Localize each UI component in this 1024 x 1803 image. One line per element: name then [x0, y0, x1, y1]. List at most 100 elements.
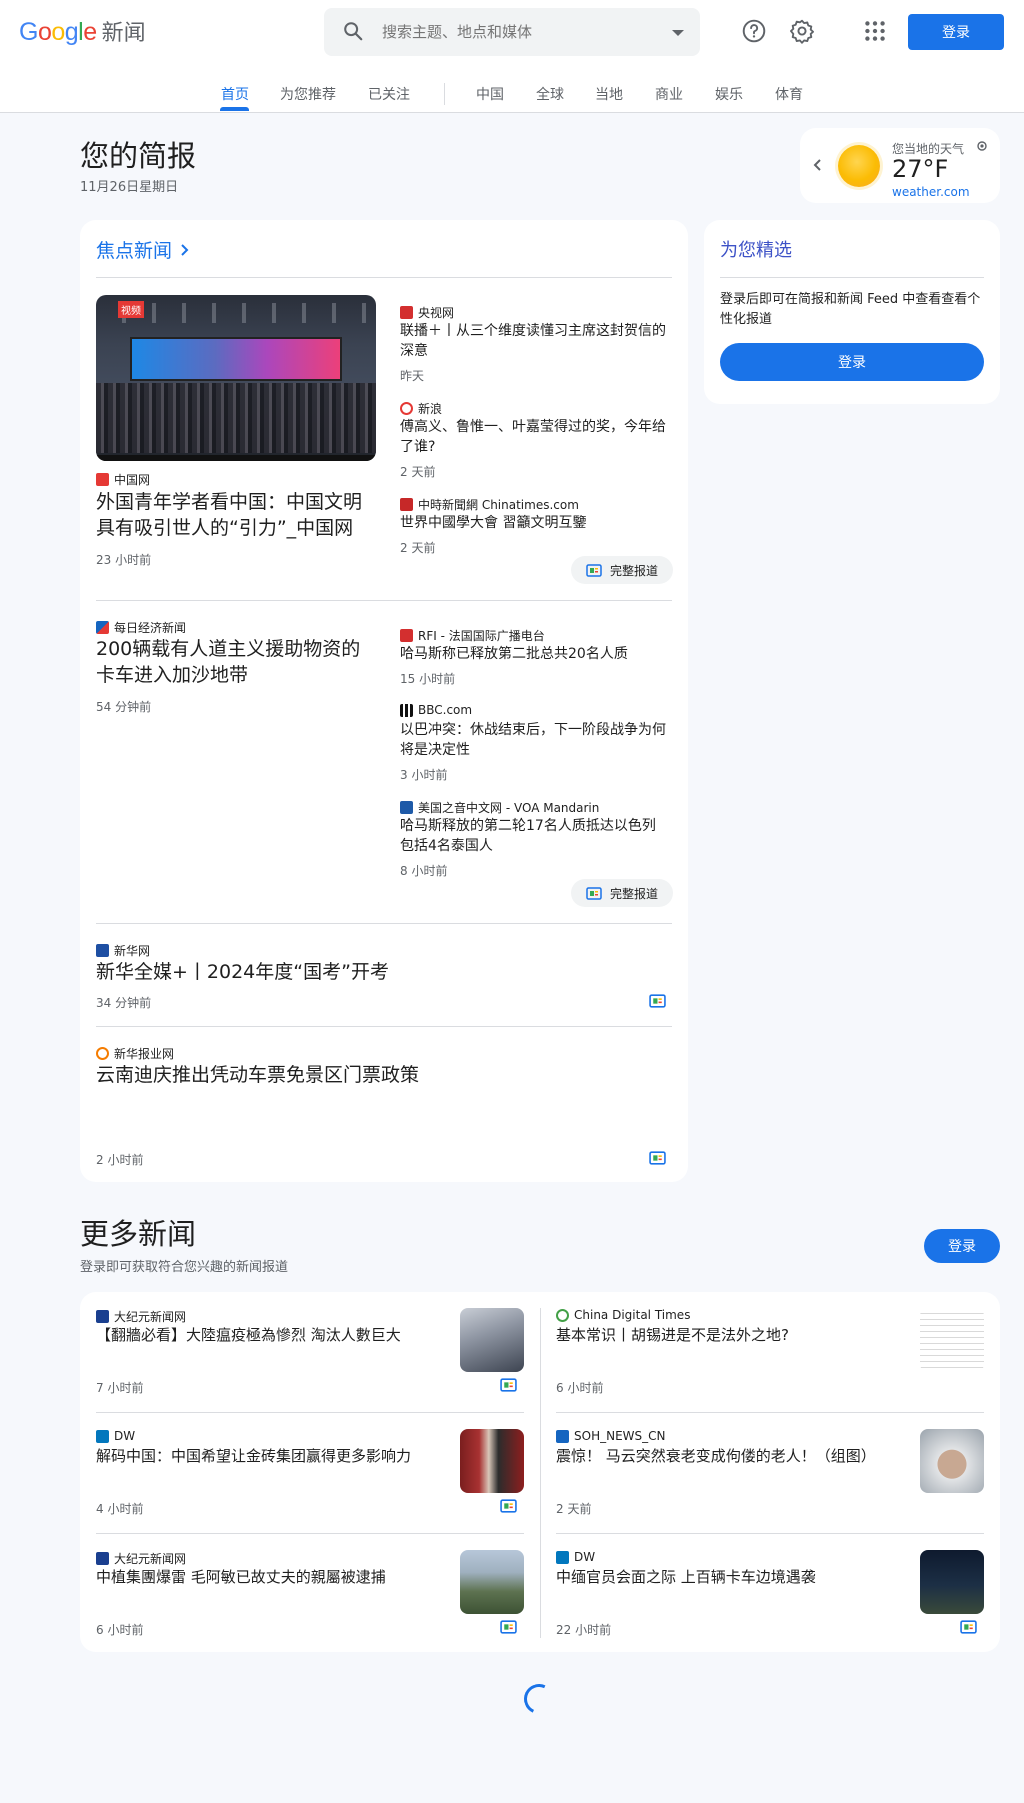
- top-stories-title: 焦点新闻: [96, 240, 173, 262]
- source-name: 大纪元新闻网: [114, 1552, 187, 1566]
- source-name: 中国网: [114, 473, 151, 487]
- source-name: BBC.com: [418, 703, 473, 717]
- image-audience: [96, 383, 376, 453]
- picks-for-you-card: 为您精选 登录后即可在简报和新闻 Feed 中查看查看个性化报道 登录: [704, 220, 1000, 404]
- story-headline[interactable]: 解码中国：中国希望让金砖集团赢得更多影响力: [96, 1445, 446, 1467]
- source-logo-icon: [400, 801, 413, 814]
- tab-for-you[interactable]: 为您推荐: [280, 84, 336, 104]
- tab-china[interactable]: 中国: [476, 84, 504, 104]
- top-stories-heading[interactable]: 焦点新闻: [96, 236, 190, 263]
- story-source[interactable]: DW: [96, 1429, 135, 1443]
- story-headline[interactable]: 中缅官员会面之际 上百辆卡车边境遇袭: [556, 1566, 906, 1588]
- source-name: 中時新聞網 Chinatimes.com: [418, 498, 579, 512]
- story-source[interactable]: 新浪: [400, 400, 442, 417]
- story-source[interactable]: 央视网: [400, 304, 454, 321]
- story-headline[interactable]: 中植集團爆雷 毛阿敏已故丈夫的親屬被逮捕: [96, 1566, 446, 1588]
- location-icon[interactable]: [976, 140, 988, 152]
- divider: [556, 1412, 984, 1413]
- source-logo-icon: [96, 1552, 109, 1565]
- full-coverage-icon[interactable]: [500, 1499, 517, 1513]
- full-coverage-icon[interactable]: [960, 1620, 977, 1634]
- source-name: 美国之音中文网 - VOA Mandarin: [418, 801, 600, 815]
- full-coverage-icon[interactable]: [500, 1620, 517, 1634]
- divider: [96, 277, 672, 278]
- video-progress-bar: [96, 455, 376, 461]
- tab-following[interactable]: 已关注: [368, 84, 410, 104]
- story-source[interactable]: 中時新聞網 Chinatimes.com: [400, 496, 579, 513]
- picks-description: 登录后即可在简报和新闻 Feed 中查看查看个性化报道: [720, 292, 981, 327]
- tab-entertainment[interactable]: 娱乐: [715, 84, 743, 104]
- story-thumbnail[interactable]: [460, 1429, 524, 1493]
- story-headline[interactable]: 200辆载有人道主义援助物资的卡车进入加沙地带: [96, 636, 378, 688]
- weather-widget[interactable]: 您当地的天气 27°F weather.com: [800, 128, 1000, 203]
- story-source[interactable]: 新华网: [96, 942, 150, 959]
- tab-sports[interactable]: 体育: [775, 84, 803, 104]
- full-coverage-icon[interactable]: [649, 994, 666, 1008]
- story-source[interactable]: 每日经济新闻: [96, 619, 186, 636]
- weather-source-link[interactable]: weather.com: [892, 185, 970, 199]
- story-source[interactable]: China Digital Times: [556, 1308, 690, 1322]
- story-time: 54 分钟前: [96, 700, 152, 714]
- story-headline[interactable]: 【翻牆必看】大陸瘟疫極為慘烈 淘汰人數巨大: [96, 1324, 446, 1346]
- tab-local[interactable]: 当地: [595, 84, 623, 104]
- story-thumbnail[interactable]: [920, 1550, 984, 1614]
- tab-divider: [444, 83, 445, 105]
- picks-signin-button[interactable]: 登录: [720, 343, 984, 381]
- story-source[interactable]: 大纪元新闻网: [96, 1308, 186, 1325]
- story-headline[interactable]: 基本常识丨胡锡进是不是法外之地?: [556, 1324, 906, 1346]
- tab-home[interactable]: 首页: [221, 84, 249, 104]
- column-divider: [540, 1308, 541, 1638]
- story-source[interactable]: SOH_NEWS_CN: [556, 1429, 665, 1443]
- story-source[interactable]: 中国网: [96, 471, 150, 488]
- full-coverage-icon[interactable]: [649, 1151, 666, 1165]
- search-icon[interactable]: [342, 20, 364, 42]
- story-source[interactable]: 新华报业网: [96, 1045, 174, 1062]
- story-thumbnail[interactable]: [920, 1308, 984, 1372]
- story-headline[interactable]: 世界中國學大會 習籲文明互鑒: [400, 513, 672, 533]
- tab-business[interactable]: 商业: [655, 84, 683, 104]
- story-thumbnail[interactable]: [460, 1308, 524, 1372]
- help-icon[interactable]: [741, 18, 767, 44]
- story-image[interactable]: 视频: [96, 295, 376, 461]
- story-headline[interactable]: 傅高义、鲁惟一、叶嘉莹得过的奖，今年给了谁?: [400, 417, 672, 457]
- sunny-weather-icon: [838, 145, 880, 187]
- settings-icon[interactable]: [789, 18, 815, 44]
- story-headline[interactable]: 外国青年学者看中国：中国文明具有吸引世人的“引力”_中国网: [96, 489, 378, 541]
- chevron-left-icon[interactable]: [812, 158, 824, 172]
- full-coverage-icon[interactable]: [500, 1378, 517, 1392]
- story-source[interactable]: BBC.com: [400, 703, 472, 717]
- search-dropdown-icon[interactable]: [672, 30, 684, 36]
- story-source[interactable]: 美国之音中文网 - VOA Mandarin: [400, 799, 599, 816]
- apps-icon[interactable]: [862, 18, 888, 44]
- story-time: 15 小时前: [400, 672, 456, 686]
- full-coverage-button[interactable]: 完整报道: [571, 879, 673, 907]
- source-logo-icon: [556, 1429, 569, 1443]
- tab-world[interactable]: 全球: [536, 84, 564, 104]
- story-source[interactable]: DW: [556, 1550, 595, 1564]
- source-logo-icon: [400, 402, 413, 415]
- story-thumbnail[interactable]: [920, 1429, 984, 1493]
- google-news-logo[interactable]: Google 新闻: [19, 15, 146, 47]
- story-time: 昨天: [400, 369, 425, 383]
- story-headline[interactable]: 震惊！ 马云突然衰老变成佝偻的老人！（组图）: [556, 1445, 906, 1467]
- source-name: 央视网: [418, 306, 455, 320]
- story-headline[interactable]: 新华全媒+丨2024年度“国考”开考: [96, 959, 656, 985]
- search-box[interactable]: [324, 8, 700, 56]
- story-headline[interactable]: 以巴冲突：休战结束后，下一阶段战争为何将是决定性: [400, 720, 672, 760]
- story-source[interactable]: RFI - 法国国际广播电台: [400, 627, 545, 644]
- search-input[interactable]: [382, 8, 662, 56]
- story-thumbnail[interactable]: [460, 1550, 524, 1614]
- story-headline[interactable]: 哈马斯称已释放第二批总共20名人质: [400, 644, 672, 664]
- full-coverage-icon: [586, 886, 602, 900]
- source-logo-icon: [96, 621, 109, 634]
- story-source[interactable]: 大纪元新闻网: [96, 1550, 186, 1567]
- story-headline[interactable]: 云南迪庆推出凭动车票免景区门票政策: [96, 1062, 656, 1088]
- google-wordmark: Google: [19, 18, 97, 46]
- more-news-signin-button[interactable]: 登录: [924, 1229, 1000, 1263]
- full-coverage-button[interactable]: 完整报道: [571, 556, 673, 584]
- source-name: RFI - 法国国际广播电台: [418, 629, 545, 643]
- story-headline[interactable]: 哈马斯释放的第二轮17名人质抵达以色列 包括4名泰国人: [400, 816, 672, 856]
- weather-temperature: 27°F: [892, 155, 949, 183]
- signin-button[interactable]: 登录: [908, 14, 1004, 50]
- story-headline[interactable]: 联播＋丨从三个维度读懂习主席这封贺信的深意: [400, 321, 672, 361]
